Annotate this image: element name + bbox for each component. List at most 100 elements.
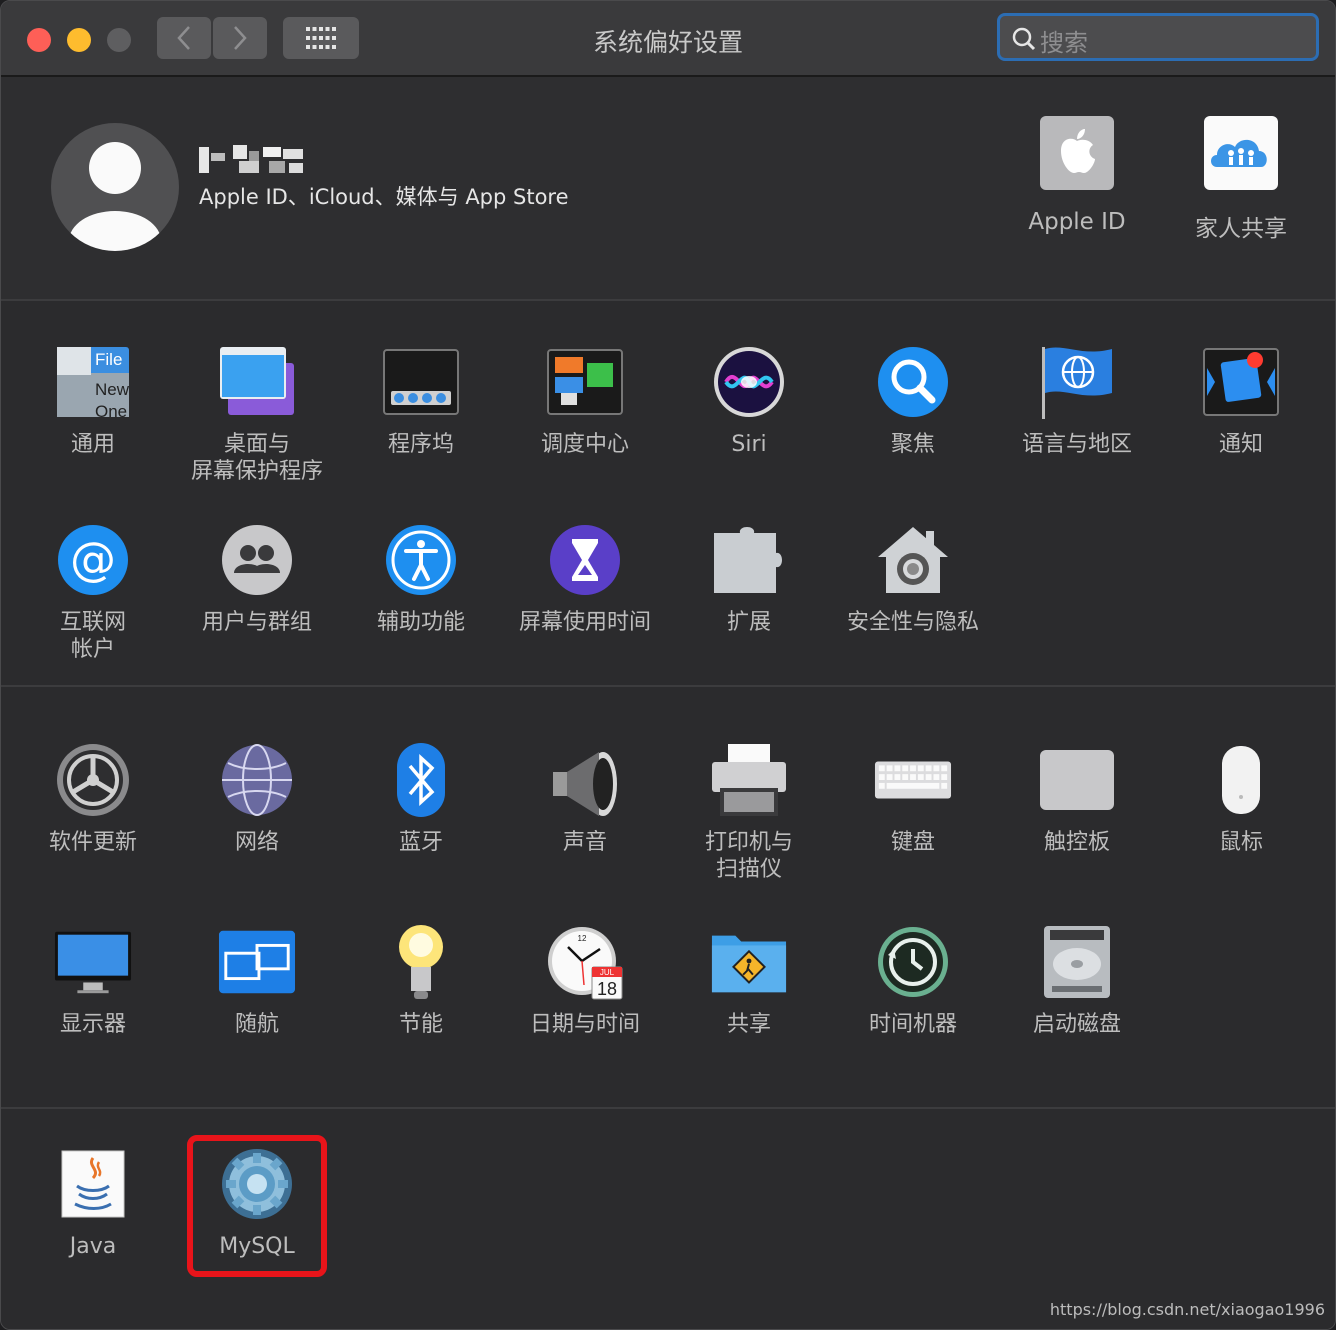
mouse-label: 鼠标 [1218, 830, 1263, 855]
network-item[interactable]: 网络 [177, 741, 337, 856]
printer-scanner-item[interactable]: 打印机与 扫描仪 [669, 741, 829, 883]
search-field[interactable]: 搜索 [997, 13, 1319, 61]
extensions-label: 扩展 [726, 610, 771, 635]
notifications-item[interactable]: 通知 [1161, 343, 1321, 458]
trackpad-label: 触控板 [1043, 830, 1110, 855]
software-update-label: 软件更新 [48, 830, 137, 855]
sidecar-icon [218, 930, 296, 994]
language-region-item[interactable]: 语言与地区 [997, 343, 1157, 458]
desktop-screensaver-icon [220, 347, 294, 415]
accessibility-item[interactable]: 辅助功能 [341, 521, 501, 636]
java-icon [61, 1150, 125, 1218]
svg-text:One: One [95, 402, 127, 419]
extensions-item[interactable]: 扩展 [669, 521, 829, 636]
redacted-username-image [199, 145, 303, 173]
family-sharing-item[interactable]: 家人共享 [1171, 115, 1311, 243]
date-time-item[interactable]: 12 JUL 18 日期与时间 [505, 923, 665, 1038]
network-label: 网络 [234, 830, 279, 855]
sharing-item[interactable]: 共享 [669, 923, 829, 1038]
family-sharing-label: 家人共享 [1195, 216, 1287, 242]
avatar[interactable] [51, 123, 179, 251]
network-icon [222, 744, 292, 816]
java-label: Java [69, 1234, 117, 1259]
java-item[interactable]: Java [13, 1145, 173, 1260]
svg-text:New: New [95, 380, 130, 399]
security-privacy-label: 安全性与隐私 [846, 610, 979, 635]
bluetooth-icon [397, 743, 445, 817]
time-machine-item[interactable]: 时间机器 [833, 923, 993, 1038]
keyboard-icon [874, 761, 952, 799]
startup-disk-label: 启动磁盘 [1032, 1012, 1121, 1037]
users-groups-icon [222, 525, 292, 595]
dock-icon [383, 349, 459, 415]
sharing-label: 共享 [726, 1012, 771, 1037]
users-groups-item[interactable]: 用户与群组 [177, 521, 337, 636]
svg-text:JUL: JUL [600, 968, 615, 977]
sharing-icon [711, 935, 787, 993]
date-time-icon: 12 JUL 18 [548, 927, 623, 1000]
desktop-screensaver-label: 桌面与 屏幕保护程序 [190, 432, 323, 484]
accessibility-label: 辅助功能 [376, 610, 465, 635]
svg-text:@: @ [70, 532, 116, 586]
accessibility-icon [386, 525, 456, 595]
apple-logo-icon [1040, 116, 1114, 190]
mission-control-item[interactable]: 调度中心 [505, 343, 665, 458]
apple-id-label: Apple ID [1028, 209, 1126, 235]
bluetooth-item[interactable]: 蓝牙 [341, 741, 501, 856]
screen-time-icon [550, 525, 620, 595]
spotlight-item[interactable]: 聚焦 [833, 343, 993, 458]
keyboard-item[interactable]: 键盘 [833, 741, 993, 856]
search-placeholder: 搜索 [1040, 29, 1088, 57]
profile-subtitle: Apple ID、iCloud、媒体与 App Store [199, 185, 569, 209]
security-privacy-icon [878, 527, 948, 593]
keyboard-label: 键盘 [890, 830, 935, 855]
energy-saver-item[interactable]: 节能 [341, 923, 501, 1038]
general-icon: File New One [57, 347, 130, 419]
notifications-label: 通知 [1218, 432, 1263, 457]
notifications-icon [1203, 348, 1279, 416]
security-privacy-item[interactable]: 安全性与隐私 [833, 521, 993, 636]
language-region-label: 语言与地区 [1021, 432, 1132, 457]
dock-label: 程序坞 [387, 432, 454, 457]
spotlight-icon [878, 347, 948, 417]
general-item[interactable]: File New One 通用 [13, 343, 173, 458]
energy-saver-label: 节能 [398, 1012, 443, 1037]
watermark: https://blog.csdn.net/xiaogao1996 [1049, 1300, 1325, 1319]
internet-accounts-label: 互联网 帐户 [59, 610, 126, 662]
sound-item[interactable]: 声音 [505, 741, 665, 856]
trackpad-item[interactable]: 触控板 [997, 741, 1157, 856]
displays-item[interactable]: 显示器 [13, 923, 173, 1038]
startup-disk-item[interactable]: 启动磁盘 [997, 923, 1157, 1038]
screen-time-item[interactable]: 屏幕使用时间 [505, 521, 665, 636]
search-icon [1012, 27, 1036, 51]
spotlight-label: 聚焦 [890, 432, 935, 457]
trackpad-icon [1040, 750, 1114, 810]
siri-icon [714, 347, 784, 417]
general-label: 通用 [70, 432, 115, 457]
mission-control-label: 调度中心 [540, 432, 629, 457]
sidecar-item[interactable]: 随航 [177, 923, 337, 1038]
sound-icon [553, 752, 617, 816]
apple-id-profile-section: Apple ID、iCloud、媒体与 App Store Apple ID 家… [1, 77, 1335, 301]
dock-item[interactable]: 程序坞 [341, 343, 501, 458]
software-update-item[interactable]: 软件更新 [13, 741, 173, 856]
mouse-item[interactable]: 鼠标 [1161, 741, 1321, 856]
title-bar: 系统偏好设置 搜索 [1, 1, 1335, 77]
desktop-screensaver-item[interactable]: 桌面与 屏幕保护程序 [177, 343, 337, 485]
internet-accounts-item[interactable]: @ 互联网 帐户 [13, 521, 173, 663]
hardware-preferences-section: 软件更新 网络 蓝牙 声音 打印机与 扫描仪 键盘 触控板 鼠标 显示器 随航 … [1, 687, 1335, 1109]
siri-label: Siri [731, 432, 767, 457]
screen-time-label: 屏幕使用时间 [518, 610, 651, 635]
siri-item[interactable]: Siri [669, 343, 829, 458]
apple-id-item[interactable]: Apple ID [1007, 115, 1147, 235]
displays-label: 显示器 [59, 1012, 126, 1037]
startup-disk-icon [1044, 926, 1110, 998]
svg-text:File: File [95, 350, 122, 369]
sound-label: 声音 [562, 830, 607, 855]
internet-accounts-icon: @ [58, 525, 128, 595]
svg-text:12: 12 [578, 934, 587, 943]
system-preferences-window: 系统偏好设置 搜索 Apple ID、iCloud、媒体与 App Store [0, 0, 1336, 1330]
bluetooth-label: 蓝牙 [398, 830, 443, 855]
language-region-icon [1042, 347, 1112, 419]
mouse-icon [1222, 746, 1260, 814]
